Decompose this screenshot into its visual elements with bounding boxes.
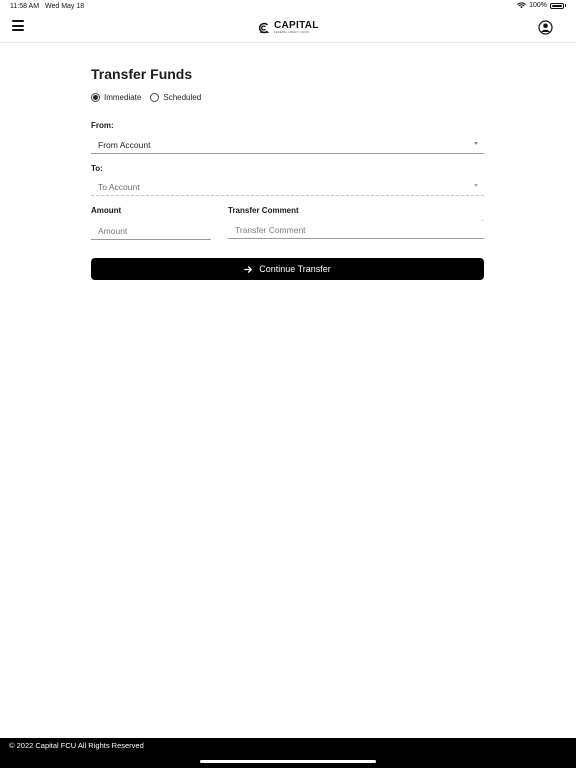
to-label: To: xyxy=(91,164,103,173)
menu-bar xyxy=(12,24,24,27)
chevron-down-icon xyxy=(474,142,478,145)
menu-bar xyxy=(12,20,24,22)
logo-icon xyxy=(258,22,269,34)
continue-transfer-button[interactable]: Continue Transfer xyxy=(91,258,484,280)
logo-subtitle: FEDERAL CREDIT UNION xyxy=(274,31,310,34)
to-account-select[interactable]: To Account xyxy=(91,179,484,196)
app-header: CAPITAL FEDERAL CREDIT UNION xyxy=(0,14,576,43)
footer: © 2022 Capital FCU All Rights Reserved xyxy=(0,738,576,768)
menu-icon[interactable] xyxy=(12,20,24,31)
from-label: From: xyxy=(91,121,114,130)
radio-immediate-label: Immediate xyxy=(104,93,142,102)
radio-unchecked-icon[interactable] xyxy=(150,93,160,102)
battery-tip xyxy=(565,4,566,7)
continue-transfer-label: Continue Transfer xyxy=(259,264,331,274)
footer-copyright: © 2022 Capital FCU All Rights Reserved xyxy=(9,741,144,750)
status-date: Wed May 18 xyxy=(45,3,85,10)
amount-label: Amount xyxy=(91,206,122,215)
page: 11:58 AM Wed May 18 100% CAPITAL FEDERAL… xyxy=(0,0,576,768)
radio-scheduled-label: Scheduled xyxy=(163,93,202,102)
amount-input[interactable] xyxy=(91,223,211,240)
wifi-icon xyxy=(517,2,526,9)
logo-name: CAPITAL xyxy=(274,20,319,31)
transfer-comment-label: Transfer Comment xyxy=(228,206,299,215)
transfer-type-radio-group: Immediate Scheduled xyxy=(91,93,201,102)
field-divider-mark xyxy=(481,220,484,221)
logo[interactable]: CAPITAL FEDERAL CREDIT UNION xyxy=(258,21,319,35)
status-bar: 11:58 AM Wed May 18 100% xyxy=(0,0,576,14)
page-title: Transfer Funds xyxy=(91,66,193,82)
chevron-down-icon xyxy=(474,184,478,187)
arrow-right-icon xyxy=(244,265,253,273)
status-right: 100% xyxy=(517,2,566,9)
from-account-select[interactable]: From Account xyxy=(91,137,484,154)
radio-immediate[interactable]: Immediate xyxy=(91,93,141,102)
radio-checked-icon[interactable] xyxy=(91,93,100,102)
home-indicator[interactable] xyxy=(200,760,376,763)
status-time: 11:58 AM xyxy=(10,3,40,10)
from-account-value: From Account xyxy=(98,140,151,150)
account-icon[interactable] xyxy=(538,20,553,35)
to-account-value: To Account xyxy=(98,182,140,192)
menu-bar xyxy=(12,29,24,31)
battery-percent: 100% xyxy=(529,2,547,9)
battery-icon xyxy=(550,2,564,9)
logo-text: CAPITAL FEDERAL CREDIT UNION xyxy=(274,21,319,35)
radio-scheduled[interactable]: Scheduled xyxy=(150,93,201,102)
transfer-comment-input[interactable] xyxy=(228,222,484,239)
